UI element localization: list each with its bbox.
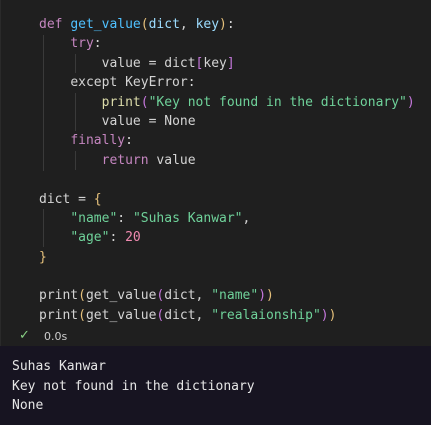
code-token: dict, [164, 288, 212, 304]
code-token: dict, [164, 307, 212, 323]
code-line[interactable]: print(get_value(dict, "realaionship")) [39, 306, 415, 325]
code-token: "name" [70, 210, 118, 226]
code-line[interactable]: finally: [39, 131, 415, 150]
code-token: , [179, 17, 196, 32]
code-line[interactable] [39, 267, 415, 286]
code-line[interactable]: value = dict[key] [39, 54, 415, 73]
output-line: Key not found in the dictionary [12, 378, 255, 394]
code-token: ( [78, 307, 86, 323]
code-token: print [101, 94, 141, 110]
code-token: , [242, 210, 251, 226]
code-token: "Suhas Kanwar" [132, 210, 243, 226]
code-line[interactable]: try: [39, 34, 415, 53]
code-line[interactable]: "age": 20 [39, 228, 415, 247]
code-token: return [101, 152, 149, 168]
code-token: ) [266, 288, 274, 304]
code-token: value = None [101, 113, 196, 129]
code-token: ] [226, 55, 235, 71]
code-token: ) [320, 307, 329, 323]
code-token: ) [406, 94, 415, 110]
code-token: key [195, 17, 220, 32]
code-token: dict = [39, 191, 94, 207]
cell-output: Suhas Kanwar Key not found in the diction… [0, 346, 431, 425]
code-token: : [93, 36, 102, 52]
code-token: ( [78, 288, 86, 304]
code-token: get_value [70, 17, 141, 32]
code-token: "Key not found in the dictionary" [148, 94, 407, 110]
code-token: "name" [211, 288, 259, 304]
code-line[interactable]: } [39, 248, 415, 267]
code-line[interactable]: dict = { [39, 190, 415, 209]
code-token: } [39, 249, 47, 265]
code-token: "age" [70, 230, 110, 246]
code-line[interactable]: print("Key not found in the dictionary") [39, 93, 415, 112]
code-token: finally [70, 133, 126, 149]
code-token: get_value [85, 307, 157, 323]
code-line[interactable]: def get_value(dict, key): [39, 15, 415, 34]
code-token: print [39, 307, 79, 323]
code-token: ) [258, 288, 267, 304]
code-token: try [70, 36, 94, 52]
code-token: get_value [85, 288, 157, 304]
code-token: ) [328, 307, 337, 323]
code-token: : [117, 210, 133, 226]
code-line[interactable]: value = None [39, 112, 415, 131]
code-token: except KeyError: [70, 75, 196, 91]
output-line: None [12, 398, 44, 413]
code-editor[interactable]: def get_value(dict, key): try: value = d… [39, 15, 415, 325]
code-line[interactable]: print(get_value(dict, "name")) [39, 286, 415, 305]
code-token: "realaionship" [211, 307, 321, 323]
execution-time: 0.0s [44, 330, 68, 343]
code-token: ( [140, 94, 149, 110]
check-icon: ✓ [19, 328, 30, 343]
code-token: print [39, 288, 79, 304]
code-token: def [39, 17, 71, 32]
code-token: key [203, 55, 227, 71]
code-token: : [226, 17, 235, 32]
code-line[interactable]: return value [39, 151, 415, 170]
code-token: value [148, 152, 196, 168]
code-cell[interactable]: def get_value(dict, key): try: value = d… [0, 0, 431, 346]
code-token: value = dict [101, 55, 196, 71]
code-token: ) [219, 17, 227, 32]
code-token: ( [140, 17, 149, 32]
code-token: dict [148, 17, 180, 32]
output-line: Suhas Kanwar [12, 359, 106, 374]
code-token: 20 [125, 230, 141, 246]
code-line[interactable]: except KeyError: [39, 73, 415, 92]
code-token: : [109, 230, 126, 246]
code-line[interactable]: "name": "Suhas Kanwar", [39, 209, 415, 228]
code-token: : [125, 133, 133, 149]
code-token: { [93, 191, 102, 207]
code-line[interactable] [39, 170, 415, 189]
